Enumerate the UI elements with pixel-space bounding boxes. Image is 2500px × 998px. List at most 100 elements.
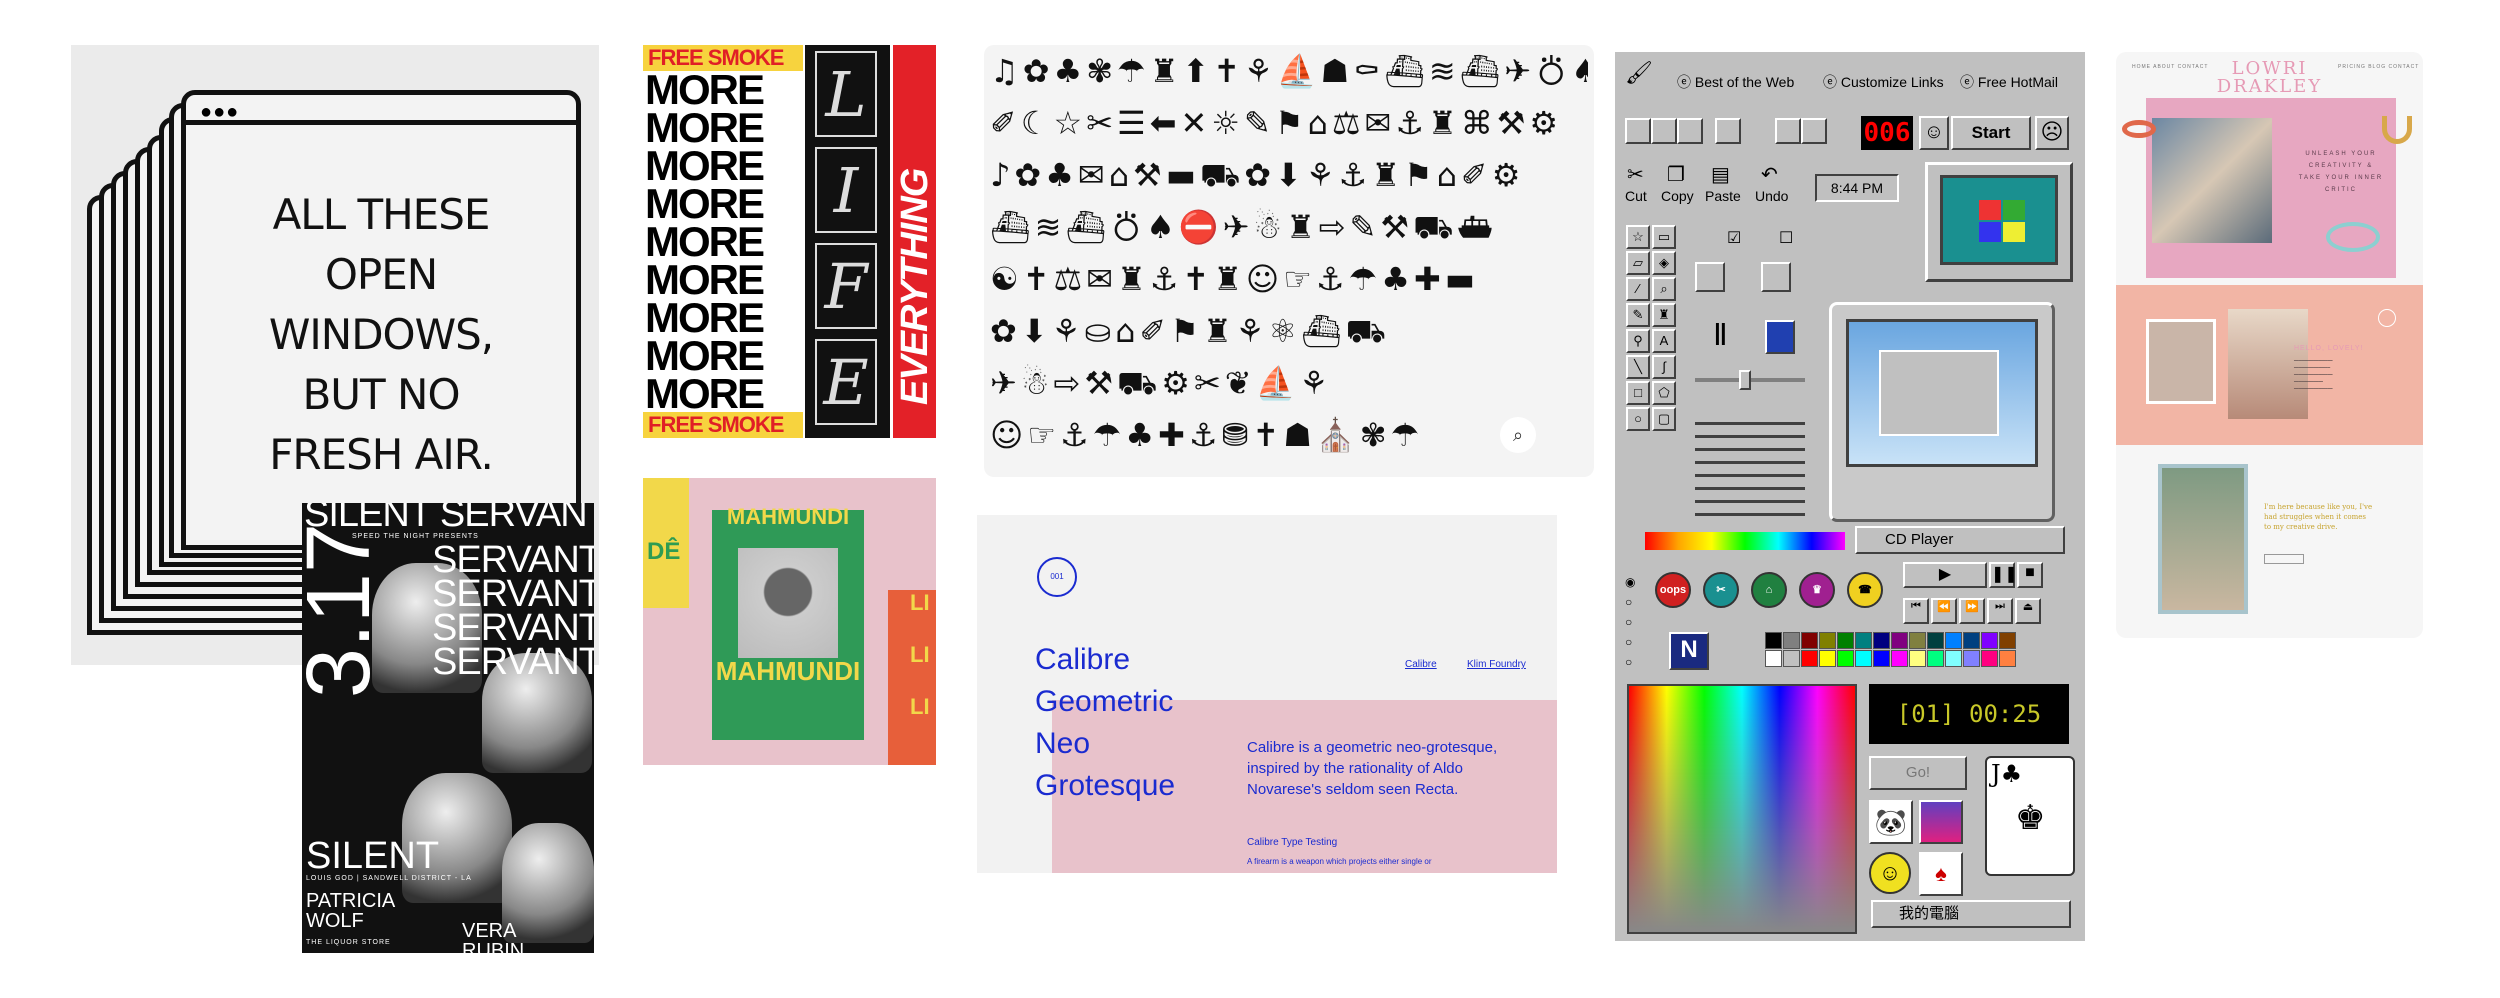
my-computer-button[interactable]: 我的電腦	[1871, 900, 2071, 928]
polygon-icon[interactable]: ⬠	[1652, 381, 1676, 405]
toolbar-button[interactable]	[1801, 118, 1827, 144]
toolbar-button[interactable]	[1651, 118, 1677, 144]
cut-icon[interactable]: ✂	[1627, 162, 1644, 187]
select-tool-icon[interactable]: ☆	[1626, 225, 1650, 249]
glyph-row: ✈☃⇨⚒⛟⚙✂❦⛵⚘	[990, 364, 1333, 402]
slider-thumb[interactable]	[1739, 370, 1751, 390]
netscape-icon[interactable]: N	[1669, 632, 1709, 670]
round-icon-button[interactable]: ☎	[1847, 572, 1883, 608]
cut-label[interactable]: Cut	[1625, 188, 1647, 204]
wallpaper-icon[interactable]	[1919, 800, 1963, 844]
jack-of-clubs-card[interactable]: J♣ ♚	[1985, 756, 2075, 876]
toolbar-button[interactable]	[1775, 118, 1801, 144]
copy-label[interactable]: Copy	[1661, 188, 1694, 204]
airbrush-icon[interactable]: ⚲	[1626, 329, 1650, 353]
undo-icon[interactable]: ↶	[1761, 162, 1778, 187]
document-icon[interactable]	[1765, 320, 1795, 354]
go-label: Go!	[1905, 764, 1931, 781]
rect-select-icon[interactable]: ▭	[1652, 225, 1676, 249]
toolbar-button[interactable]	[1715, 118, 1741, 144]
skip-forward-button[interactable]: ⏭	[1987, 598, 2013, 624]
calibre-specimen: 001 Calibre Geometric Neo Grotesque Cali…	[977, 515, 1557, 873]
card-rank: J♣	[1991, 760, 2023, 788]
color-palette[interactable]	[1765, 632, 2085, 670]
hero-text: UNLEASH YOUR CREATIVITY & TAKE YOUR INNE…	[2298, 151, 2384, 193]
lowri-drakley-website: HOME ABOUT CONTACT PRICING BLOG CONTACT …	[2116, 52, 2423, 638]
pencil-icon[interactable]: ✎	[1626, 303, 1650, 327]
toolbar-button[interactable]	[1625, 118, 1651, 144]
curve-icon[interactable]: ∫	[1652, 355, 1676, 379]
fill-icon[interactable]: ◈	[1652, 251, 1676, 275]
radio-group[interactable]: ◉ ○ ○ ○ ○	[1625, 572, 1635, 672]
oops-button[interactable]: oops	[1655, 572, 1691, 608]
line-width-options[interactable]	[1695, 412, 1805, 520]
zoom-icon[interactable]: ⌕	[1500, 417, 1536, 453]
everything-text: EVERYTHING	[894, 168, 936, 405]
paste-icon[interactable]: ▤	[1711, 162, 1730, 187]
site-logo[interactable]: LOWRI DRAKLEY	[2116, 60, 2423, 96]
strip-text: LI	[910, 590, 930, 615]
undo-label[interactable]: Undo	[1755, 188, 1788, 204]
paste-label[interactable]: Paste	[1705, 188, 1741, 204]
text-icon[interactable]: A	[1652, 329, 1676, 353]
checkbox-unchecked[interactable]: ☐	[1779, 228, 1793, 248]
header-line: SERVANT	[432, 607, 594, 649]
rectangle-icon[interactable]: □	[1626, 381, 1650, 405]
free-smoke-band: FREE SMOKE	[643, 412, 803, 438]
picker-icon[interactable]: ⁄	[1626, 277, 1650, 301]
rounded-rect-icon[interactable]: ▢	[1652, 407, 1676, 431]
windows-flag-green	[2003, 200, 2025, 220]
link-best-of-web[interactable]: ⓔ Best of the Web	[1677, 72, 1794, 92]
checkbox-checked[interactable]: ☑	[1727, 228, 1741, 248]
more-word: MORE	[645, 370, 765, 417]
eraser-icon[interactable]: ▱	[1626, 251, 1650, 275]
magnify-icon[interactable]: ⌕	[1652, 277, 1676, 301]
link-free-hotmail[interactable]: ⓔ Free HotMail	[1960, 72, 2058, 92]
toolbar-button[interactable]	[1677, 118, 1703, 144]
start-button[interactable]: Start	[1951, 116, 2031, 150]
pause-button[interactable]: ❚❚	[1989, 562, 2018, 588]
skip-back-button[interactable]: ⏮	[1903, 598, 1929, 624]
specimen-title: Calibre Geometric Neo Grotesque	[1035, 639, 1175, 807]
round-icon-button[interactable]: ⌂	[1751, 572, 1787, 608]
poster-small-text: THE LIQUOR STORE	[306, 939, 391, 946]
round-icon-button[interactable]: ♛	[1799, 572, 1835, 608]
cd-player-button[interactable]: CD Player	[1855, 526, 2065, 554]
copy-icon[interactable]: ❐	[1667, 162, 1685, 187]
computer-illustration	[1829, 302, 2055, 522]
testing-sample-text: A firearm is a weapon which projects eit…	[1247, 857, 1432, 866]
klim-foundry-link[interactable]: Klim Foundry	[1467, 659, 1526, 670]
rewind-button[interactable]: ⏪	[1931, 598, 1957, 624]
read-more-button[interactable]	[2264, 554, 2304, 564]
smiley-icon[interactable]: ☺	[1869, 852, 1911, 894]
circle-badge	[2378, 309, 2396, 327]
link-customize-links[interactable]: ⓔ Customize Links	[1823, 72, 1944, 92]
headline-line: FRESH AIR.	[269, 430, 494, 479]
desktop-icon[interactable]	[1695, 262, 1725, 292]
ie-link-icon: ⓔ	[1823, 74, 1837, 90]
sad-face-button[interactable]: ☹	[2035, 116, 2069, 150]
desktop-icon[interactable]	[1761, 262, 1791, 292]
panda-icon[interactable]: 🐼	[1869, 800, 1913, 844]
round-icon-button[interactable]: ✂	[1703, 572, 1739, 608]
play-button[interactable]: ▶	[1903, 562, 1987, 588]
mascot-icon[interactable]: ♠	[1919, 852, 1963, 896]
fast-forward-button[interactable]: ⏩	[1959, 598, 1985, 624]
brush-icon[interactable]: ♜	[1652, 303, 1676, 327]
eject-button[interactable]: ⏏	[2015, 598, 2041, 624]
ie-link-icon: ⓔ	[1677, 74, 1691, 90]
smiley-button[interactable]: ☺	[1919, 116, 1949, 150]
quote-text: I'm here because like you, I've had stru…	[2264, 503, 2373, 531]
ellipse-icon[interactable]: ○	[1626, 407, 1650, 431]
calibre-link[interactable]: Calibre	[1405, 659, 1437, 670]
stop-button[interactable]: ■	[2017, 562, 2043, 588]
paint-toolbox: ☆ ▭ ▱ ◈ ⁄ ⌕ ✎ ♜ ⚲ A ╲ ∫ □ ⬠ ○ ▢	[1625, 224, 1681, 432]
title-line: Geometric	[1035, 685, 1174, 718]
go-button[interactable]: Go!	[1869, 756, 1967, 790]
cd-track-display: [01] 00:25	[1869, 684, 2069, 744]
poster-bottom-title: SILENT	[306, 835, 440, 877]
line-icon[interactable]: ╲	[1626, 355, 1650, 379]
gothic-letter: F	[815, 243, 877, 329]
color-spectrum-picker[interactable]	[1627, 684, 1857, 934]
poster-headline: ALL THESE OPEN WINDOWS, BUT NO FRESH AIR…	[186, 185, 576, 485]
